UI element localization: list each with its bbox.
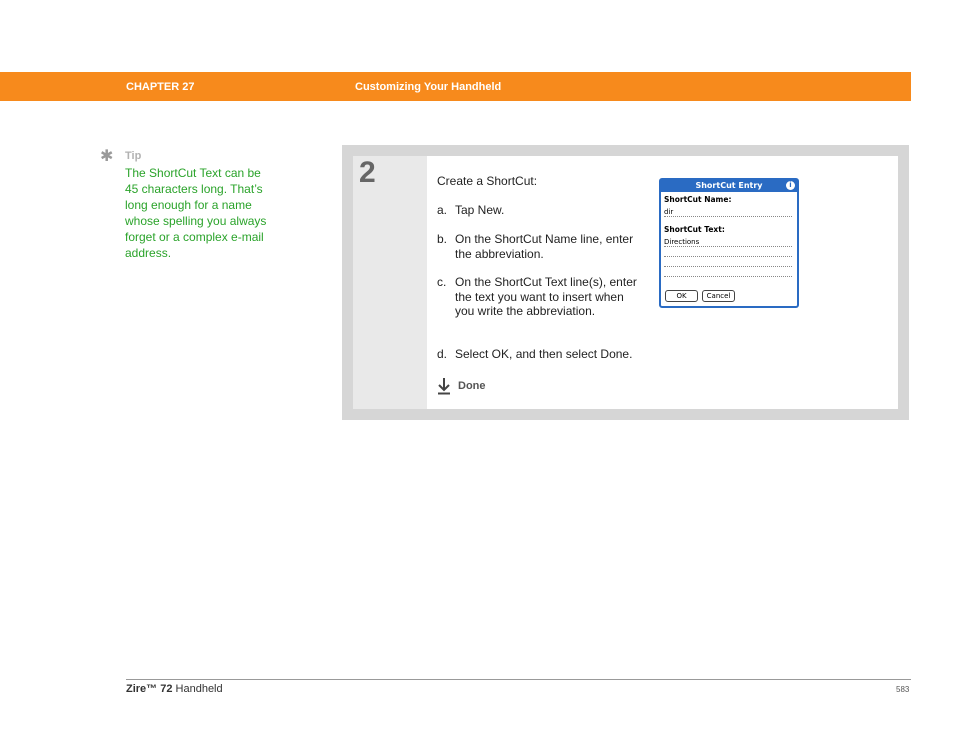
dialog-line <box>664 276 792 277</box>
asterisk-icon: ✱ <box>100 148 114 165</box>
item-text: Tap New. <box>455 203 505 217</box>
shortcut-text-value: Directions <box>664 238 700 246</box>
item-marker: c. <box>437 275 447 289</box>
dialog-title: ShortCut Entry <box>661 180 797 192</box>
chapter-title: Customizing Your Handheld <box>355 81 502 93</box>
item-marker: a. <box>437 203 448 217</box>
step-number: 2 <box>359 156 376 189</box>
footer-product: Zire™ 72 Handheld <box>126 683 223 695</box>
down-arrow-icon <box>438 378 450 395</box>
dialog-line <box>664 246 792 247</box>
step-item-a: a. Tap New. <box>437 203 637 218</box>
footer-divider <box>126 679 911 680</box>
dialog-line <box>664 266 792 267</box>
cancel-button: Cancel <box>702 290 735 302</box>
product-suffix: Handheld <box>172 683 223 695</box>
shortcut-name-value: dir <box>664 208 674 216</box>
step-intro: Create a ShortCut: <box>437 174 538 188</box>
item-marker: b. <box>437 232 448 246</box>
chapter-header: CHAPTER 27 Customizing Your Handheld <box>0 72 911 101</box>
chapter-number: CHAPTER 27 <box>126 81 195 93</box>
product-name: Zire™ 72 <box>126 683 173 695</box>
item-text: On the ShortCut Name line, enter the abb… <box>455 232 634 261</box>
item-text: Select OK, and then select Done. <box>455 347 633 361</box>
info-icon: i <box>786 181 795 190</box>
item-marker: d. <box>437 347 448 361</box>
page-number: 583 <box>896 685 910 694</box>
step-item-d: d. Select OK, and then select Done. <box>437 347 652 362</box>
tip-label: Tip <box>125 150 142 162</box>
step-item-c: c. On the ShortCut Text line(s), enter th… <box>437 275 637 319</box>
step-item-b: b. On the ShortCut Name line, enter the a… <box>437 232 637 261</box>
shortcut-name-label: ShortCut Name: <box>664 195 732 204</box>
shortcut-entry-dialog-screenshot: ShortCut Entry i ShortCut Name: dir Shor… <box>659 178 799 308</box>
item-text: On the ShortCut Text line(s), enter the … <box>455 275 637 318</box>
step-number-column <box>353 156 427 409</box>
done-indicator: Done <box>437 377 486 395</box>
ok-button: OK <box>665 290 698 302</box>
dialog-line <box>664 256 792 257</box>
tip-text: The ShortCut Text can be 45 characters l… <box>125 166 267 260</box>
dialog-line <box>664 216 792 217</box>
done-label: Done <box>458 380 486 392</box>
shortcut-text-label: ShortCut Text: <box>664 225 725 234</box>
